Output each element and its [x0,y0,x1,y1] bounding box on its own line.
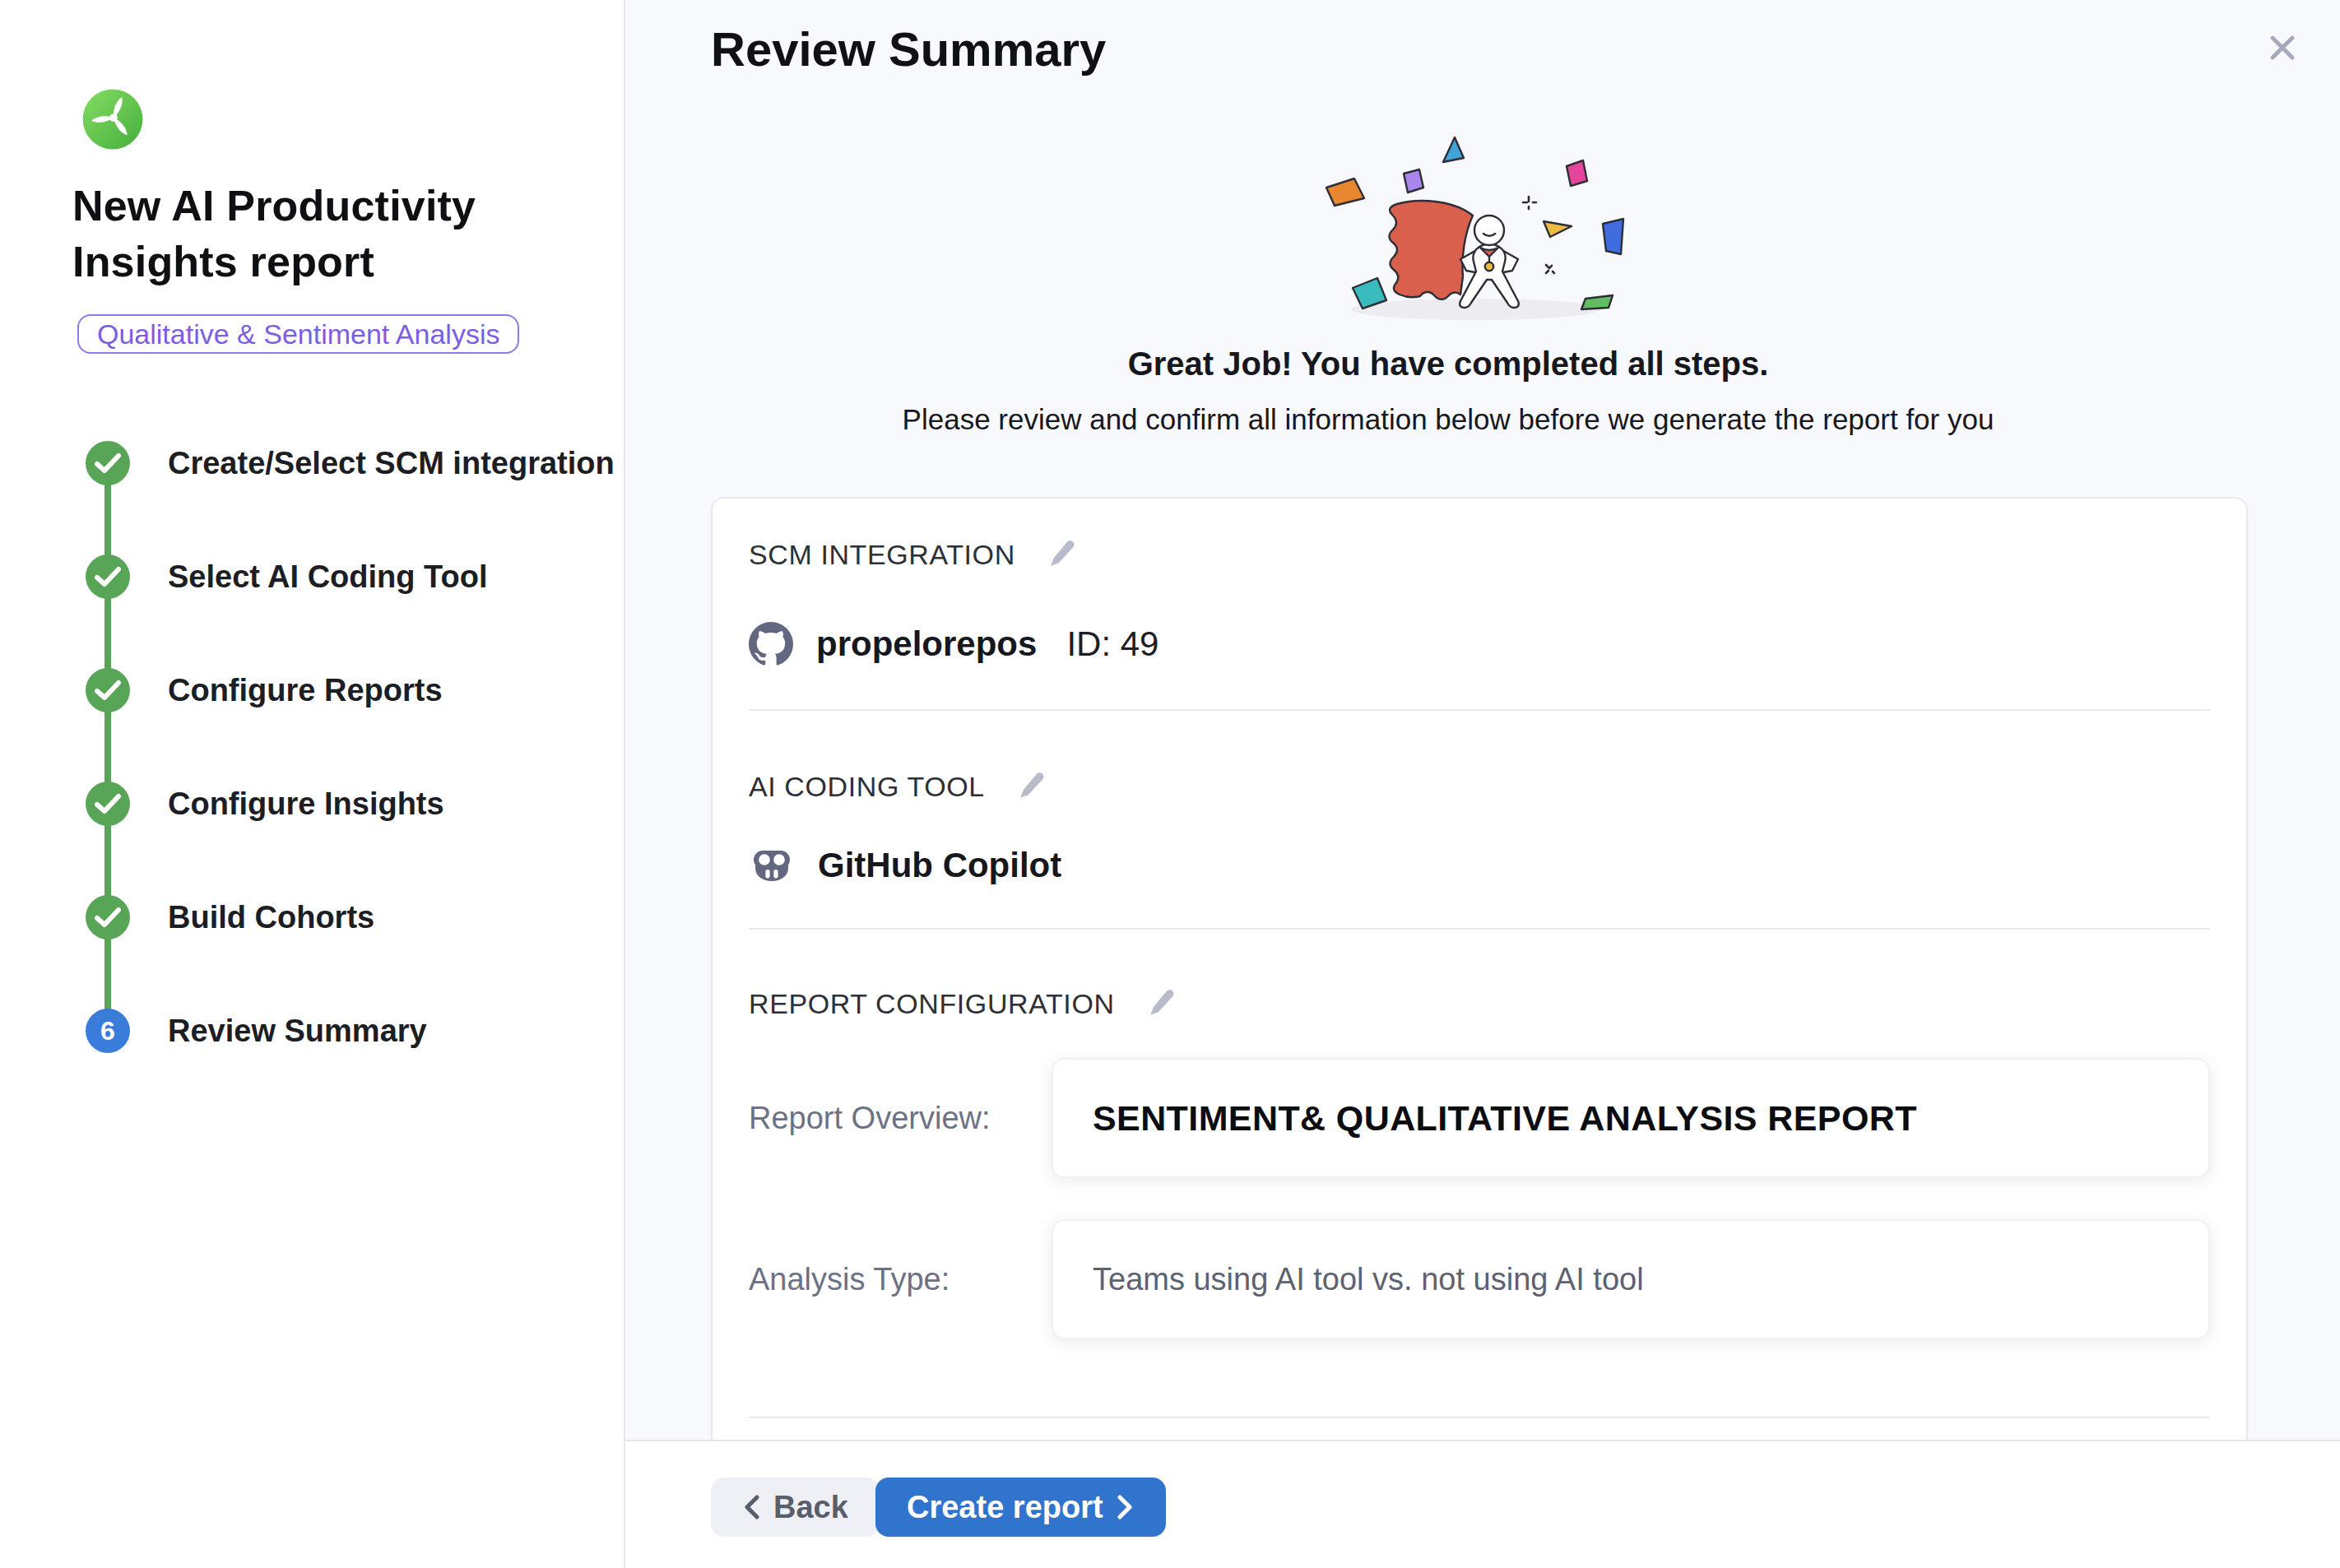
step-complete-check-icon [86,441,130,485]
celebration-illustration [1295,132,1657,336]
chevron-left-icon [742,1494,760,1520]
analysis-type-label: Analysis Type: [749,1262,1052,1297]
github-copilot-icon [749,846,795,885]
step-select-ai-tool[interactable]: Select AI Coding Tool [0,554,624,599]
divider [749,928,2210,930]
step-configure-insights[interactable]: Configure Insights [0,782,624,826]
step-complete-check-icon [86,668,130,712]
summary-card: SCM INTEGRATION propelorepos ID: 49 AI C… [711,497,2248,1440]
step-complete-check-icon [86,782,130,826]
propelo-logo-icon [82,89,143,150]
wizard-footer: Back Create report [625,1440,2340,1568]
analysis-type-value: Teams using AI tool vs. not using AI too… [1052,1219,2210,1339]
wizard-steps: Create/Select SCM integration Select AI … [0,441,624,1122]
report-config-section-label: REPORT CONFIGURATION [749,988,1115,1020]
report-overview-label: Report Overview: [749,1101,1052,1136]
scm-integration-id: ID: 49 [1066,624,1158,664]
panel-scroll-area[interactable]: Review Summary [625,0,2340,1440]
ai-tool-row: GitHub Copilot [749,844,2210,887]
report-overview-row: Report Overview: SENTIMENT& QUALITATIVE … [749,1058,2210,1178]
step-review-summary[interactable]: 6 Review Summary [0,1009,624,1053]
congrats-subtitle: Please review and confirm all informatio… [625,403,2271,436]
app-root: New AI Productivity Insights report Qual… [0,0,2340,1568]
edit-ai-tool-icon[interactable] [1018,771,1046,802]
edit-scm-icon[interactable] [1048,539,1076,570]
report-config-section-header: REPORT CONFIGURATION [749,987,2210,1020]
step-create-select-scm[interactable]: Create/Select SCM integration [0,441,624,485]
ai-tool-section-label: AI CODING TOOL [749,771,985,803]
report-overview-value: SENTIMENT& QUALITATIVE ANALYSIS REPORT [1052,1058,2210,1178]
scm-integration-name: propelorepos [816,624,1037,664]
congrats-title: Great Job! You have completed all steps. [625,346,2271,383]
scm-section-header: SCM INTEGRATION [749,538,2210,571]
step-complete-check-icon [86,554,130,599]
wizard-title: New AI Productivity Insights report [72,178,566,290]
ai-tool-section-header: AI CODING TOOL [749,770,2210,803]
step-configure-reports[interactable]: Configure Reports [0,668,624,712]
wizard-sidebar: New AI Productivity Insights report Qual… [0,0,625,1568]
panel-title: Review Summary [711,21,1106,77]
back-button[interactable]: Back [711,1478,880,1537]
close-button[interactable] [2268,33,2297,63]
create-report-button[interactable]: Create report [875,1478,1166,1537]
review-summary-panel: Review Summary [625,0,2340,1568]
github-icon [749,622,793,666]
divider [749,709,2210,711]
chevron-right-icon [1117,1494,1135,1520]
scm-section-label: SCM INTEGRATION [749,539,1015,571]
divider [749,1417,2210,1418]
step-build-cohorts[interactable]: Build Cohorts [0,895,624,939]
step-number-badge: 6 [86,1009,130,1053]
scm-integration-row: propelorepos ID: 49 [749,622,2210,666]
report-type-badge: Qualitative & Sentiment Analysis [77,314,519,354]
edit-report-config-icon[interactable] [1148,988,1176,1019]
step-complete-check-icon [86,895,130,939]
ai-tool-name: GitHub Copilot [818,846,1061,885]
analysis-type-row: Analysis Type: Teams using AI tool vs. n… [749,1219,2210,1339]
